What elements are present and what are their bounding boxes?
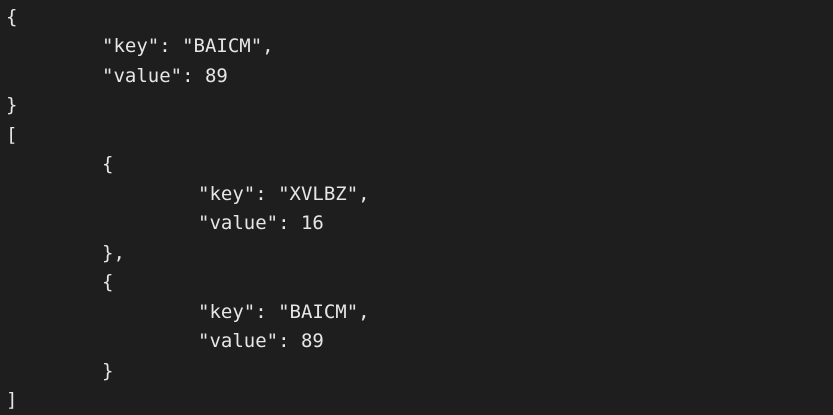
code-line-11: "key": "BAICM",: [198, 301, 370, 323]
code-line-9: },: [102, 242, 125, 264]
code-line-10: {: [102, 271, 114, 293]
code-line-13: }: [102, 360, 114, 382]
code-line-4: }: [6, 94, 18, 116]
code-line-14: ]: [6, 389, 18, 411]
code-line-7: "key": "XVLBZ",: [198, 183, 370, 205]
code-line-5: [: [6, 124, 18, 146]
code-line-6: {: [102, 153, 114, 175]
code-line-12: "value": 89: [198, 330, 324, 352]
json-code-view: { "key": "BAICM", "value": 89 } [ { "key…: [0, 0, 833, 415]
code-line-2: "key": "BAICM",: [102, 35, 274, 57]
code-line-1: {: [6, 6, 18, 28]
code-line-3: "value": 89: [102, 65, 228, 87]
code-line-8: "value": 16: [198, 212, 324, 234]
